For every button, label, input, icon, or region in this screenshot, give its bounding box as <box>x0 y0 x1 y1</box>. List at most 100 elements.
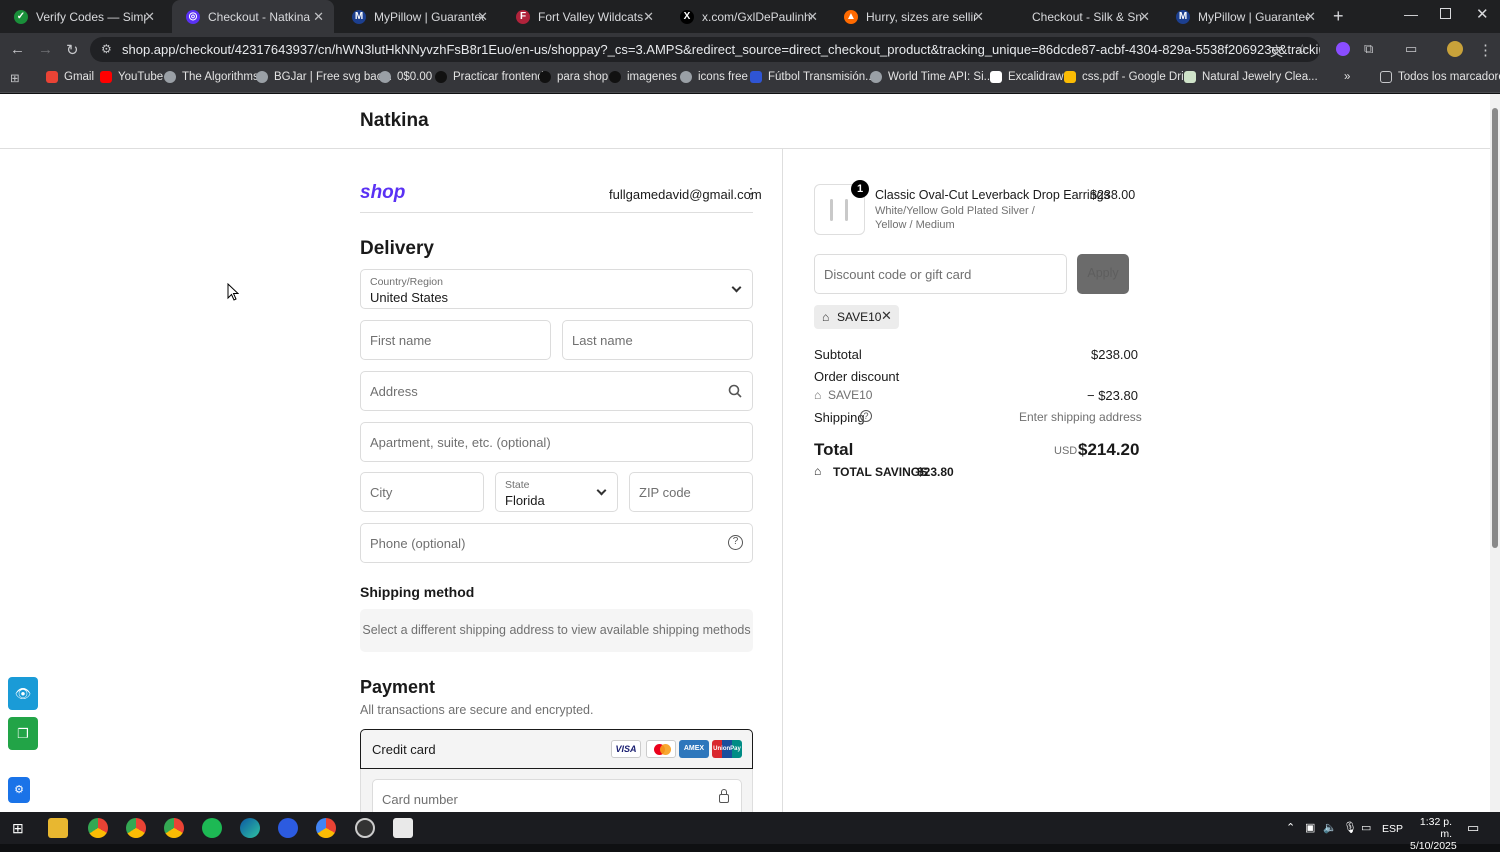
shipping-help-icon[interactable]: ? <box>860 410 872 422</box>
minimize-icon[interactable]: — <box>1404 6 1418 22</box>
bookmark-imagenes[interactable]: imagenes <box>609 71 677 83</box>
all-bookmarks[interactable]: Todos los marcadores <box>1380 71 1500 83</box>
browser-tab[interactable]: M MyPillow | Guaranteed the ✕ <box>338 0 498 33</box>
close-tab-icon[interactable]: ✕ <box>1305 9 1316 25</box>
shop-divider <box>360 212 753 213</box>
media-app-icon[interactable] <box>355 818 375 838</box>
page-scrollbar[interactable] <box>1490 94 1500 812</box>
chrome-profile-2-icon[interactable] <box>164 818 184 838</box>
windows-start-icon[interactable]: ⊞ <box>12 820 24 837</box>
bookmark-excalidraw[interactable]: Excalidraw <box>990 71 1064 83</box>
tab-search-icon[interactable]: ▭ <box>1405 41 1417 57</box>
store-name[interactable]: Natkina <box>360 110 429 132</box>
state-select[interactable]: State Florida <box>495 472 618 512</box>
bookmark-bgjar[interactable]: BGJar | Free svg bac... <box>256 71 392 83</box>
file-explorer-icon[interactable] <box>48 818 68 838</box>
discount-placeholder: Discount code or gift card <box>824 267 972 282</box>
bookmark-star-icon[interactable]: ☆ <box>1296 41 1309 58</box>
notifications-icon[interactable]: ▭ <box>1467 820 1479 836</box>
discount-code-label: SAVE10 <box>828 388 873 402</box>
network-icon[interactable]: ▭ <box>1361 821 1371 834</box>
last-name-field[interactable]: Last name <box>562 320 753 360</box>
profile-avatar[interactable] <box>1447 41 1463 57</box>
close-tab-icon[interactable]: ✕ <box>477 9 488 25</box>
restore-icon[interactable] <box>1440 8 1451 19</box>
help-circle-icon[interactable]: ? <box>728 535 743 550</box>
close-tab-icon[interactable]: ✕ <box>313 9 324 25</box>
browser-tab[interactable]: F Fort Valley Wildcats - Fort ✕ <box>502 0 664 33</box>
scrollbar-thumb[interactable] <box>1492 108 1498 548</box>
browser-tab[interactable]: ✓ Verify Codes — SimplyCod ✕ <box>0 0 165 33</box>
phone-field[interactable]: Phone (optional) ? <box>360 523 753 563</box>
close-tab-icon[interactable]: ✕ <box>1139 9 1150 25</box>
bookmark-zero[interactable]: 0$0.00 <box>379 71 432 83</box>
new-tab-icon[interactable]: + <box>1333 6 1344 27</box>
bookmark-youtube[interactable]: YouTube <box>100 71 163 83</box>
address-bar[interactable]: ⚙ shop.app/checkout/42317643937/cn/hWN3l… <box>90 37 1320 62</box>
discount-code-field[interactable]: Discount code or gift card <box>814 254 1067 294</box>
browser-tab[interactable]: X x.com/GxlDePaulinho/stat ✕ <box>666 0 828 33</box>
extensions-puzzle-icon[interactable]: ⧉ <box>1364 41 1373 57</box>
reload-icon[interactable]: ↻ <box>66 41 79 59</box>
tray-meet-icon[interactable]: ▣ <box>1305 821 1315 834</box>
close-tab-icon[interactable]: ✕ <box>643 9 654 25</box>
unionpay-icon: UnionPay <box>712 740 742 758</box>
tab-title: MyPillow | Guaranteed the <box>374 9 484 24</box>
menu-kebab-icon[interactable]: ⋮ <box>1478 41 1493 59</box>
bookmark-practicar[interactable]: Practicar frontend <box>435 71 544 83</box>
site-info-icon[interactable]: ⚙ <box>101 37 112 62</box>
copy-widget-button[interactable]: ❐ <box>8 717 38 750</box>
bookmark-jewelry[interactable]: Natural Jewelry Clea... <box>1184 71 1318 83</box>
back-icon[interactable]: ← <box>10 41 25 58</box>
chrome-profile-icon[interactable] <box>126 818 146 838</box>
bookmark-worldtime[interactable]: World Time API: Si... <box>870 71 993 83</box>
bookmark-algorithms[interactable]: The Algorithms <box>164 71 259 83</box>
chevron-down-icon <box>596 485 607 496</box>
language-indicator[interactable]: ESP <box>1382 823 1403 835</box>
apartment-field[interactable]: Apartment, suite, etc. (optional) <box>360 422 753 462</box>
translate-icon[interactable]: ⽂ <box>1270 41 1283 60</box>
bookmark-para-shop[interactable]: para shop <box>539 71 608 83</box>
credit-card-option[interactable]: Credit card VISA AMEX UnionPay <box>360 729 753 769</box>
apply-discount-button[interactable]: Apply <box>1077 254 1129 294</box>
edge-icon[interactable] <box>240 818 260 838</box>
arc-icon[interactable] <box>278 818 298 838</box>
close-tab-icon[interactable]: ✕ <box>807 9 818 25</box>
more-bookmarks-icon[interactable]: » <box>1344 71 1350 83</box>
bookmark-futbol[interactable]: Fútbol Transmisión... <box>750 71 875 83</box>
bookmark-gmail[interactable]: Gmail <box>46 71 94 83</box>
browser-tab[interactable]: Checkout - Silk & Snow ✕ <box>996 0 1160 33</box>
browser-tab-active[interactable]: ◎ Checkout - Natkina ✕ <box>172 0 334 33</box>
address-field[interactable]: Address <box>360 371 753 411</box>
close-tab-icon[interactable]: ✕ <box>144 9 155 25</box>
card-number-field[interactable]: Card number <box>372 779 742 812</box>
bookmark-css-pdf[interactable]: css.pdf - Google Dri... <box>1064 71 1193 83</box>
settings-widget-button[interactable]: ⚙ <box>8 777 30 803</box>
state-label: State <box>505 479 530 491</box>
close-window-icon[interactable]: ✕ <box>1476 5 1489 23</box>
card-number-placeholder: Card number <box>382 792 458 807</box>
microphone-icon[interactable]: 🎙 <box>1343 821 1357 834</box>
extension-icon[interactable] <box>1336 42 1350 56</box>
browser-tab[interactable]: ▲ Hurry, sizes are selling ✕ <box>830 0 994 33</box>
apps-grid-icon[interactable]: ⊞ <box>10 71 20 85</box>
forward-icon[interactable]: → <box>38 41 53 58</box>
remove-discount-icon[interactable]: ✕ <box>881 308 892 324</box>
tray-chevron-icon[interactable]: ⌃ <box>1286 821 1295 834</box>
chrome-profile-3-icon[interactable] <box>316 818 336 838</box>
store-header: Natkina <box>0 94 1490 149</box>
volume-icon[interactable]: 🔈 <box>1323 821 1337 834</box>
first-name-field[interactable]: First name <box>360 320 551 360</box>
account-menu-icon[interactable]: ⋮ <box>744 185 758 202</box>
bookmark-icons-free[interactable]: icons free <box>680 71 748 83</box>
clock[interactable]: 1:32 p. m. 5/10/2025 <box>1410 816 1457 852</box>
chrome-icon[interactable] <box>88 818 108 838</box>
country-select[interactable]: Country/Region United States <box>360 269 753 309</box>
close-tab-icon[interactable]: ✕ <box>973 9 984 25</box>
eye-widget-button[interactable]: 👁 <box>8 677 38 710</box>
spotify-icon[interactable] <box>202 818 222 838</box>
zip-field[interactable]: ZIP code <box>629 472 753 512</box>
browser-tab[interactable]: M MyPillow | Guaranteed the ✕ <box>1162 0 1326 33</box>
city-field[interactable]: City <box>360 472 484 512</box>
notes-app-icon[interactable] <box>393 818 413 838</box>
